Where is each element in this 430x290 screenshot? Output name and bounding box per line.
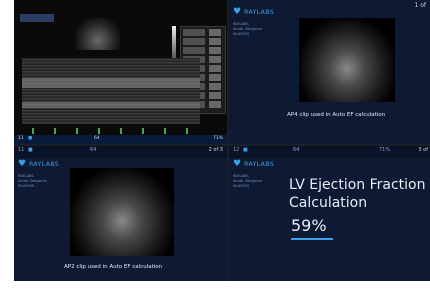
ap4-echo-image bbox=[299, 18, 395, 102]
status-icon: ■ bbox=[28, 147, 33, 153]
meta-line: IN-A0035 bbox=[18, 184, 35, 188]
echo-2d-thumbnail bbox=[76, 18, 120, 50]
ap2-panel: 11 ■ 64 2 of 3 ♥ RAYLABS RAYLABS Smith, … bbox=[14, 146, 227, 281]
patient-meta: RAYLABS Smith, Benjamin IN-A0035 bbox=[233, 174, 262, 189]
status-icon: ■ bbox=[243, 147, 248, 153]
status-mid: 64 bbox=[293, 147, 300, 153]
probe-info-label bbox=[20, 14, 54, 22]
ef-title-line2: Calculation bbox=[289, 195, 368, 211]
patient-meta: RAYLABS Smith, Benjamin IN-A0035 bbox=[233, 22, 262, 37]
heart-icon: ♥ bbox=[233, 159, 242, 169]
status-left: 11 bbox=[18, 136, 24, 141]
ef-title: LV Ejection Fraction Calculation bbox=[289, 176, 426, 212]
brand-name: RAYLABS bbox=[244, 9, 275, 16]
ef-underline bbox=[291, 238, 333, 240]
ap2-caption: AP2 clip used in Auto EF calculation bbox=[64, 264, 163, 270]
brand-logo: ♥ RAYLABS bbox=[18, 160, 59, 169]
page-indicator: 2 of 3 bbox=[208, 147, 223, 153]
brand-logo: ♥ RAYLABS bbox=[233, 160, 274, 169]
ef-value: 59% bbox=[291, 216, 327, 235]
status-bar: 11 ■ 64 2 of 3 bbox=[14, 146, 227, 158]
status-right: 71% bbox=[212, 136, 223, 141]
status-left: 12 bbox=[233, 147, 240, 153]
divider-horizontal bbox=[14, 144, 430, 146]
ap4-panel: ♥ RAYLABS 1 of RAYLABS Smith, Benjamin I… bbox=[229, 0, 430, 144]
ef-panel: 12 ■ 64 71% 3 of ♥ RAYLABS RAYLABS Smith… bbox=[229, 146, 430, 281]
patient-meta: RAYLABS Smith, Benjamin IN-A0035 bbox=[18, 174, 47, 189]
echo-mmode-panel: 11 ■ 64 71% bbox=[14, 0, 227, 144]
m-mode-trace bbox=[22, 58, 200, 124]
status-mid: 64 bbox=[94, 136, 100, 141]
ap2-echo-image bbox=[70, 168, 174, 256]
ecg-trace bbox=[22, 128, 200, 134]
page-indicator: 1 of bbox=[414, 2, 426, 9]
status-bar: 12 ■ 64 71% 3 of bbox=[229, 146, 430, 158]
meta-line: IN-A0035 bbox=[233, 32, 250, 36]
divider-vertical bbox=[227, 0, 229, 281]
heart-icon: ♥ bbox=[18, 159, 27, 169]
status-mid: 64 bbox=[90, 147, 97, 153]
page-indicator: 3 of bbox=[418, 147, 428, 153]
brand-logo: ♥ RAYLABS bbox=[233, 8, 274, 17]
ef-title-line1: LV Ejection Fraction bbox=[289, 177, 426, 193]
heart-icon: ♥ bbox=[233, 7, 242, 17]
status-left: 11 bbox=[18, 147, 25, 153]
ap4-caption: AP4 clip used in Auto EF calculation bbox=[287, 112, 386, 118]
brand-name: RAYLABS bbox=[29, 161, 60, 168]
brand-name: RAYLABS bbox=[244, 161, 275, 168]
status-right: 71% bbox=[379, 147, 391, 153]
meta-line: IN-A0035 bbox=[233, 184, 250, 188]
status-icon: ■ bbox=[28, 136, 33, 141]
monitor-screen: 11 ■ 64 71% ♥ RAYLABS 1 of RAYLABS Smith… bbox=[14, 0, 430, 281]
status-bar: 11 ■ 64 71% bbox=[14, 135, 227, 144]
